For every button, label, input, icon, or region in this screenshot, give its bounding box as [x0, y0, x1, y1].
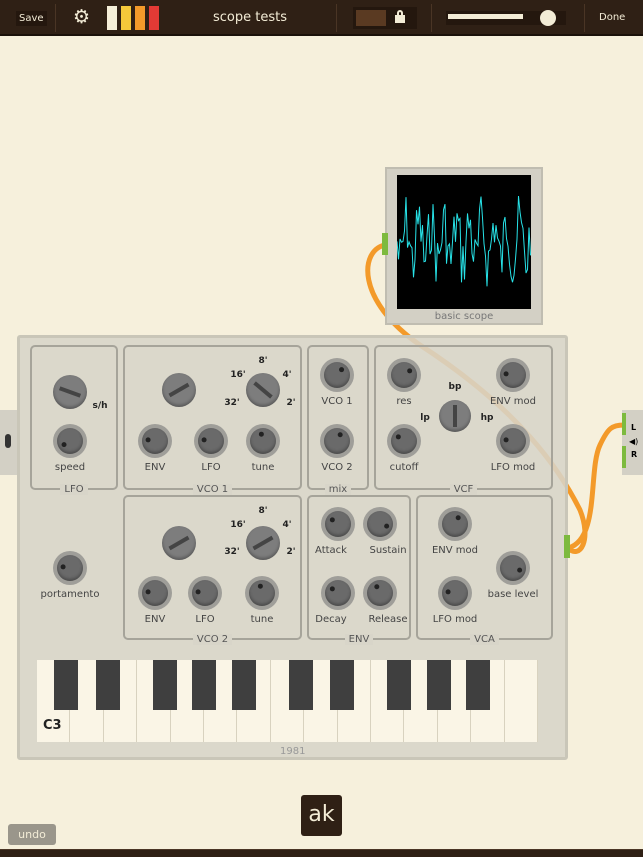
knob-label: VCO 1: [321, 396, 353, 407]
knob-lfo-speed[interactable]: [53, 424, 87, 458]
knob-label: portamento: [40, 589, 100, 600]
vco2-waveform-selector[interactable]: [162, 526, 196, 560]
vco1-octave-selector[interactable]: [246, 373, 280, 407]
knob-label: LFO mod: [432, 614, 478, 625]
knob-label: cutoff: [389, 462, 419, 473]
black-key[interactable]: [232, 660, 256, 710]
knob-vco2-env[interactable]: [138, 576, 172, 610]
knob-vca-lfo[interactable]: [438, 576, 472, 610]
knob-vco2-lfo[interactable]: [188, 576, 222, 610]
mic-input-module[interactable]: [0, 410, 17, 475]
octave-16: 16': [230, 520, 246, 530]
octave-4: 4': [282, 370, 292, 380]
black-key[interactable]: [289, 660, 313, 710]
scope-module[interactable]: basic scope: [385, 167, 543, 325]
black-key[interactable]: [466, 660, 490, 710]
sample-hold-label: s/h: [92, 401, 108, 411]
knob-label: Sustain: [369, 545, 407, 556]
vcf-mode-lp[interactable]: lp: [420, 413, 430, 423]
knob-portamento[interactable]: [53, 551, 87, 585]
knob-mix-vco1[interactable]: [320, 358, 354, 392]
octave-2: 2': [286, 547, 296, 557]
knob-label: Attack: [315, 545, 347, 556]
knob-label: Decay: [315, 614, 347, 625]
white-key[interactable]: [504, 660, 538, 742]
knob-vca-env[interactable]: [438, 507, 472, 541]
speaker-output-module[interactable]: L ◀) R: [622, 410, 643, 475]
knob-label: LFO mod: [490, 462, 536, 473]
octave-16: 16': [230, 370, 246, 380]
black-key[interactable]: [330, 660, 354, 710]
black-key[interactable]: [427, 660, 451, 710]
knob-label: ENV mod: [431, 545, 479, 556]
cable-output: [567, 422, 625, 551]
speaker-icon: ◀): [629, 437, 639, 446]
knob-decay[interactable]: [321, 576, 355, 610]
undo-button[interactable]: undo: [8, 824, 56, 845]
knob-label: LFO: [201, 462, 221, 473]
vcf-mode-hp[interactable]: hp: [481, 413, 494, 423]
knob-cutoff[interactable]: [387, 424, 421, 458]
knob-sustain[interactable]: [363, 507, 397, 541]
knob-vco2-tune[interactable]: [245, 576, 279, 610]
synth-output-port[interactable]: [564, 535, 570, 558]
knob-label: res: [396, 396, 412, 407]
knob-label: ENV: [144, 614, 166, 625]
lfo-waveform-selector[interactable]: [53, 375, 87, 409]
knob-release[interactable]: [363, 576, 397, 610]
scope-input-port[interactable]: [382, 233, 388, 255]
left-channel-label: L: [631, 423, 637, 432]
vco1-waveform-selector[interactable]: [162, 373, 196, 407]
knob-label: LFO: [195, 614, 215, 625]
knob-attack[interactable]: [321, 507, 355, 541]
scope-screen: [397, 175, 531, 309]
knob-label: speed: [54, 462, 86, 473]
knob-res[interactable]: [387, 358, 421, 392]
knob-label: ENV mod: [489, 396, 537, 407]
knob-vcf-lfo[interactable]: [496, 424, 530, 458]
vco2-octave-selector[interactable]: [246, 526, 280, 560]
black-key[interactable]: [387, 660, 411, 710]
knob-label: tune: [251, 462, 275, 473]
vcf-mode-selector[interactable]: [439, 400, 471, 432]
octave-32: 32': [224, 398, 240, 408]
knob-vcf-env[interactable]: [496, 358, 530, 392]
black-key[interactable]: [54, 660, 78, 710]
octave-2: 2': [286, 398, 296, 408]
vcf-mode-bp[interactable]: bp: [449, 382, 462, 392]
knob-label: VCO 2: [321, 462, 353, 473]
octave-8: 8': [258, 356, 268, 366]
bottom-strip: [0, 849, 643, 857]
black-key[interactable]: [153, 660, 177, 710]
black-key[interactable]: [192, 660, 216, 710]
knob-mix-vco2[interactable]: [320, 424, 354, 458]
ak-logo[interactable]: ak: [301, 795, 342, 836]
knob-vco1-lfo[interactable]: [194, 424, 228, 458]
octave-label: C3: [43, 718, 62, 733]
synth-year: 1981: [280, 746, 306, 757]
microphone-icon: [5, 434, 11, 448]
knob-vco1-env[interactable]: [138, 424, 172, 458]
black-key[interactable]: [96, 660, 120, 710]
right-channel-label: R: [631, 450, 638, 459]
knob-label: Release: [368, 614, 408, 625]
octave-4: 4': [282, 520, 292, 530]
knob-label: tune: [250, 614, 274, 625]
knob-label: ENV: [144, 462, 166, 473]
scope-label: basic scope: [434, 311, 494, 322]
octave-8: 8': [258, 506, 268, 516]
knob-label: base level: [487, 589, 539, 600]
knob-vco1-tune[interactable]: [246, 424, 280, 458]
octave-32: 32': [224, 547, 240, 557]
knob-base-level[interactable]: [496, 551, 530, 585]
